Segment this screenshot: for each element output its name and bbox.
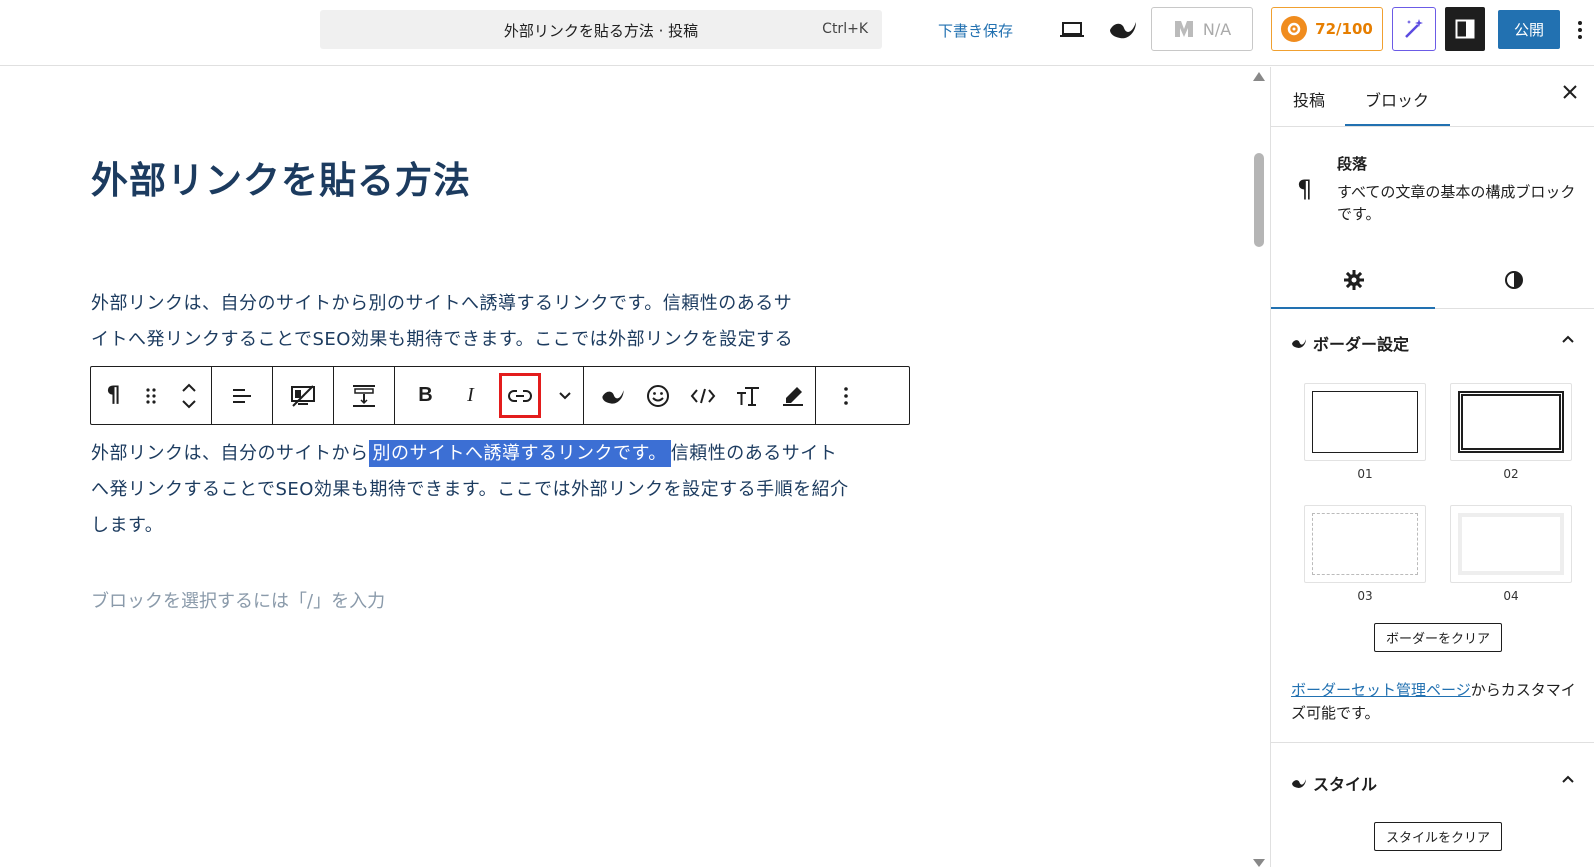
swell-section-icon [1292, 779, 1306, 788]
paragraph-line: イトへ発リンクすることでSEO効果も期待できます。ここでは外部リンクを設定する [91, 329, 794, 350]
settings-style-tabs [1271, 255, 1594, 309]
options-menu-icon[interactable] [1572, 18, 1588, 42]
link-icon [508, 389, 532, 402]
extra-format-group [584, 367, 816, 424]
selected-paragraph-block[interactable]: 外部リンクは、自分のサイトから 別のサイトへ誘導するリンクです。 信頼性のあるサイト… [91, 436, 851, 544]
swell-logo-icon[interactable] [1107, 16, 1139, 42]
style-section-header[interactable]: スタイル [1291, 771, 1377, 795]
block-options-icon[interactable] [823, 367, 868, 424]
border-style-03[interactable] [1304, 505, 1426, 583]
border-style-04[interactable] [1450, 505, 1572, 583]
border-note: ボーダーセット管理ページからカスタマイズ可能です。 [1291, 679, 1581, 725]
border-style-02[interactable] [1450, 383, 1572, 461]
scrollbar-thumb[interactable] [1254, 153, 1264, 247]
block-type-group: ¶ [91, 367, 212, 424]
border-section-header[interactable]: ボーダー設定 [1291, 331, 1409, 355]
block-card-title: 段落 [1337, 155, 1368, 173]
post-title[interactable]: 外部リンクを貼る方法 [91, 150, 471, 204]
border-style-label: 02 [1503, 467, 1519, 481]
styles-contrast-icon[interactable] [1503, 269, 1525, 291]
top-bar: 外部リンクを貼る方法 · 投稿 Ctrl+K 下書き保存 N/A 72/100 … [0, 0, 1594, 66]
clear-style-button[interactable]: スタイルをクリア [1374, 822, 1502, 851]
settings-sidebar: 投稿 ブロック ¶ 段落 すべての文章の基本の構成ブロックです。 ボーダー設定 … [1270, 67, 1594, 867]
score-gear-icon [1281, 16, 1308, 42]
check-logo-icon [1174, 21, 1193, 37]
tab-post[interactable]: 投稿 [1293, 87, 1325, 111]
border-style-label: 01 [1357, 467, 1373, 481]
paragraph-block[interactable]: 外部リンクは、自分のサイトから別のサイトへ誘導するリンクです。信頼性のあるサ イ… [91, 286, 851, 358]
na-label: N/A [1202, 19, 1232, 39]
spacing-group [334, 367, 395, 424]
inline-code-icon[interactable] [680, 367, 725, 424]
settings-gear-icon[interactable] [1343, 269, 1365, 291]
command-title: 外部リンクを貼る方法 · 投稿 [503, 22, 699, 40]
block-toolbar: ¶ B I [90, 366, 910, 425]
scroll-up-arrow[interactable] [1253, 72, 1265, 81]
seo-score-button[interactable]: 72/100 [1271, 7, 1383, 51]
selected-text[interactable]: 別のサイトへ誘導するリンクです。 [368, 440, 671, 467]
move-up-down-icon[interactable] [166, 367, 211, 424]
command-shortcut: Ctrl+K [822, 21, 868, 37]
score-label: 72/100 [1315, 20, 1373, 38]
scroll-down-arrow[interactable] [1253, 859, 1265, 867]
sidebar-panel-icon [1455, 19, 1475, 39]
swell-format-icon[interactable] [590, 367, 635, 424]
italic-button[interactable]: I [448, 367, 493, 424]
active-subtab-indicator [1271, 307, 1435, 309]
seo-na-button[interactable]: N/A [1151, 7, 1253, 51]
margin-spacing-icon[interactable] [334, 367, 394, 424]
drag-handle-icon[interactable] [136, 367, 166, 424]
collapse-chevron-icon[interactable] [1561, 329, 1575, 348]
link-button[interactable] [493, 367, 547, 424]
settings-panel-toggle[interactable] [1445, 7, 1485, 51]
emoji-icon[interactable] [635, 367, 680, 424]
format-group: B I [395, 367, 584, 424]
border-style-label: 04 [1503, 589, 1519, 603]
more-format-chevron-icon[interactable] [547, 367, 583, 424]
close-icon[interactable] [1563, 85, 1577, 99]
border-set-manage-link[interactable]: ボーダーセット管理ページ [1291, 681, 1471, 699]
collapse-chevron-icon[interactable] [1561, 769, 1575, 788]
active-tab-indicator [1345, 124, 1450, 126]
font-size-icon[interactable] [725, 367, 770, 424]
align-group [212, 367, 273, 424]
hide-on-device-icon[interactable] [273, 367, 333, 424]
border-section-title: ボーダー設定 [1313, 335, 1410, 354]
options-group [816, 367, 875, 424]
bold-button[interactable]: B [403, 367, 448, 424]
highlight-marker-icon[interactable] [770, 367, 815, 424]
swell-section-icon [1292, 339, 1306, 348]
paragraph-block-icon: ¶ [1297, 175, 1313, 203]
ai-magic-wand-button[interactable] [1392, 7, 1436, 51]
magic-wand-icon [1405, 19, 1423, 38]
block-card: ¶ 段落 すべての文章の基本の構成ブロックです。 [1271, 127, 1594, 255]
style-section-title: スタイル [1313, 775, 1378, 794]
publish-button[interactable]: 公開 [1498, 10, 1560, 49]
clear-border-button[interactable]: ボーダーをクリア [1374, 623, 1502, 652]
border-style-01[interactable] [1304, 383, 1426, 461]
section-divider [1271, 742, 1594, 743]
paragraph-line: 外部リンクは、自分のサイトから別のサイトへ誘導するリンクです。信頼性のあるサ [91, 293, 793, 314]
paragraph-text-before: 外部リンクは、自分のサイトから [91, 443, 369, 464]
device-visibility-group [273, 367, 334, 424]
border-style-label: 03 [1357, 589, 1373, 603]
align-left-icon[interactable] [212, 367, 272, 424]
tab-block[interactable]: ブロック [1365, 87, 1429, 111]
paragraph-icon[interactable]: ¶ [91, 367, 136, 424]
sidebar-tabs: 投稿 ブロック [1271, 67, 1594, 127]
preview-device-icon[interactable] [1058, 18, 1086, 42]
command-palette-button[interactable]: 外部リンクを貼る方法 · 投稿 Ctrl+K [320, 10, 882, 49]
save-draft-button[interactable]: 下書き保存 [938, 20, 1013, 41]
block-placeholder[interactable]: ブロックを選択するには「/」を入力 [91, 587, 385, 613]
block-card-description: すべての文章の基本の構成ブロックです。 [1337, 183, 1576, 223]
